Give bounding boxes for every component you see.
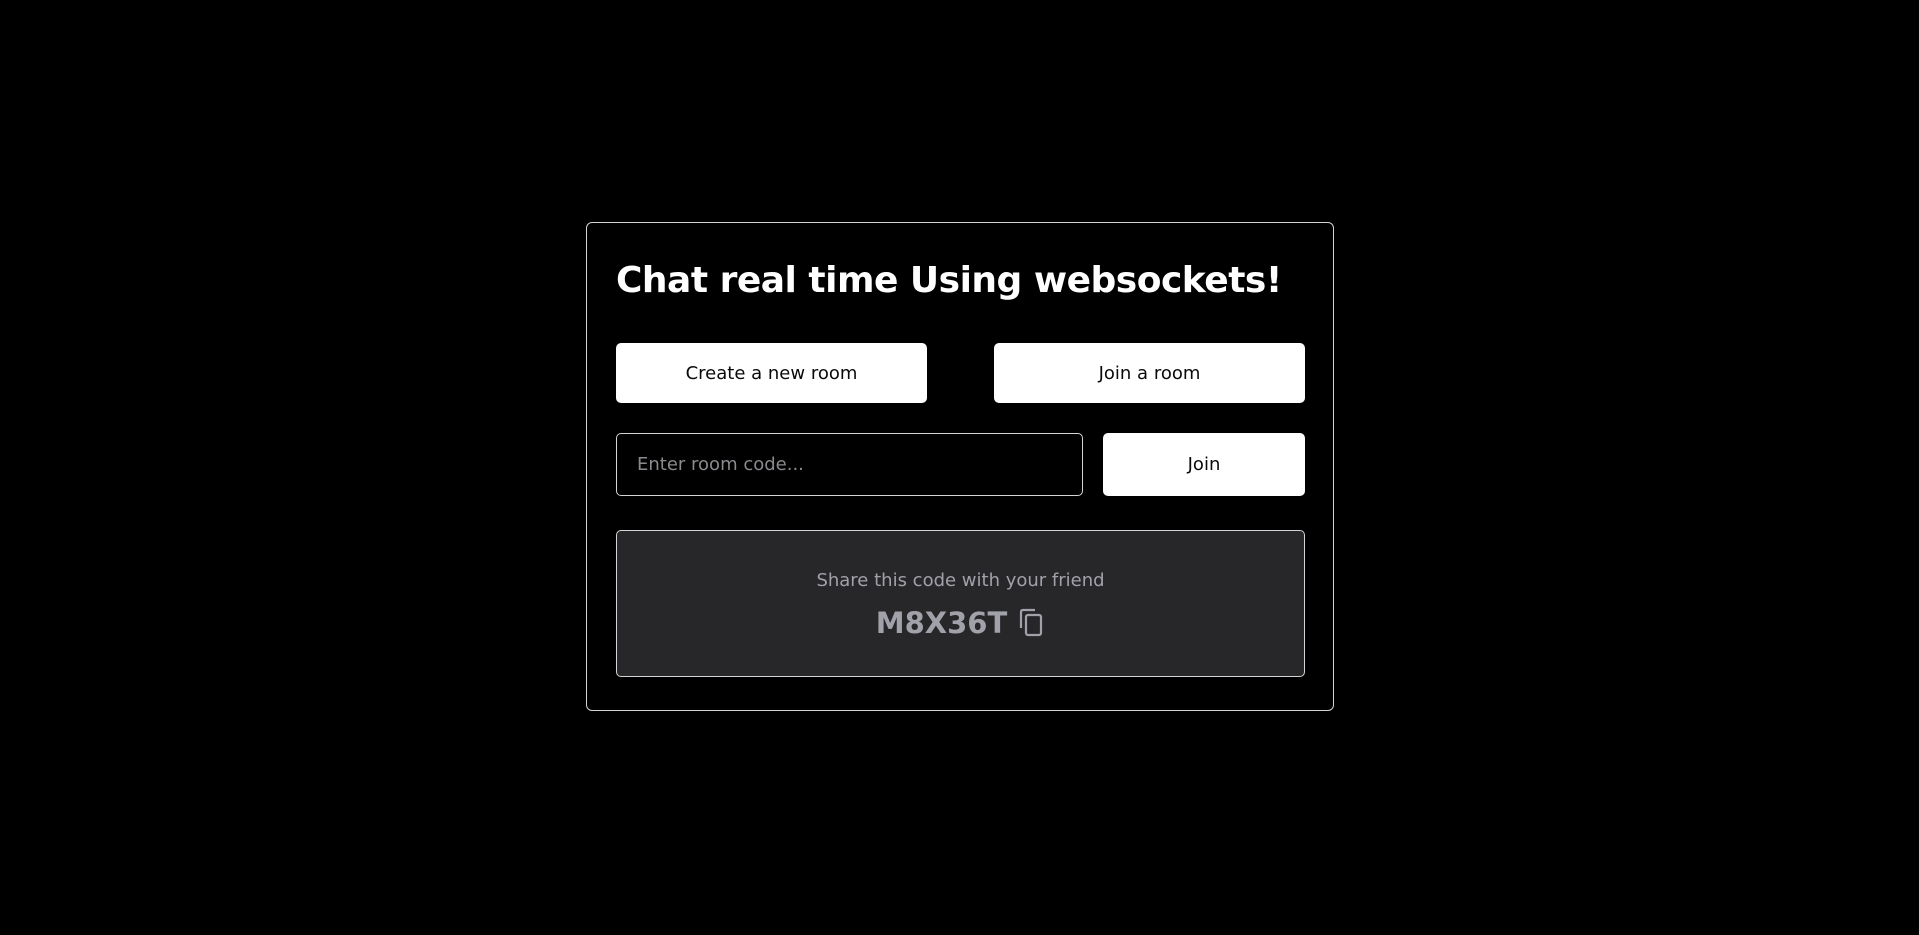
room-code-input[interactable] [616,433,1083,496]
share-code-panel: Share this code with your friend M8X36T [616,530,1305,677]
join-room-button[interactable]: Join a room [994,343,1305,403]
page-title: Chat real time Using websockets! [616,260,1282,301]
room-code-row: M8X36T [617,605,1304,641]
create-room-button[interactable]: Create a new room [616,343,927,403]
room-card: Chat real time Using websockets! Create … [586,222,1334,711]
join-button[interactable]: Join [1103,433,1305,496]
copy-icon[interactable] [1017,608,1045,638]
room-code: M8X36T [875,606,1008,640]
share-message: Share this code with your friend [816,570,1105,591]
